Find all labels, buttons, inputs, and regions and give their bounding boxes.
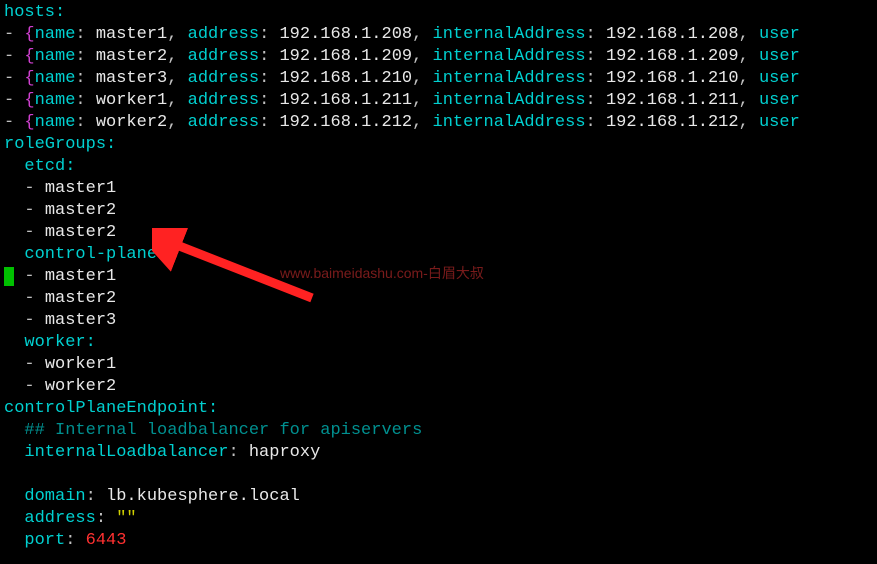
key-worker: worker [24,333,85,352]
key-control-plane-endpoint: controlPlaneEndpoint [4,399,208,418]
control-plane-item: master3 [45,311,116,330]
comment-line: ## Internal loadbalancer for apiservers [24,421,422,440]
etcd-item: master2 [45,223,116,242]
value-address: "" [116,509,136,528]
key-hosts: hosts [4,3,55,22]
key-control-plane: control-plane [24,245,157,264]
key-internal-lb: internalLoadbalancer [24,443,228,462]
key-etcd: etcd [24,157,65,176]
key-domain: domain [24,487,85,506]
key-port: port [24,531,65,550]
value-port: 6443 [86,531,127,550]
worker-item: worker2 [45,377,116,396]
etcd-item: master2 [45,201,116,220]
etcd-item: master1 [45,179,116,198]
value-domain: lb.kubesphere.local [106,487,300,506]
key-rolegroups: roleGroups [4,135,106,154]
yaml-config: hosts: - {name: master1, address: 192.16… [0,0,877,552]
worker-item: worker1 [45,355,116,374]
control-plane-item: master2 [45,289,116,308]
control-plane-item: master1 [45,267,116,286]
value-internal-lb: haproxy [249,443,320,462]
key-address: address [24,509,95,528]
